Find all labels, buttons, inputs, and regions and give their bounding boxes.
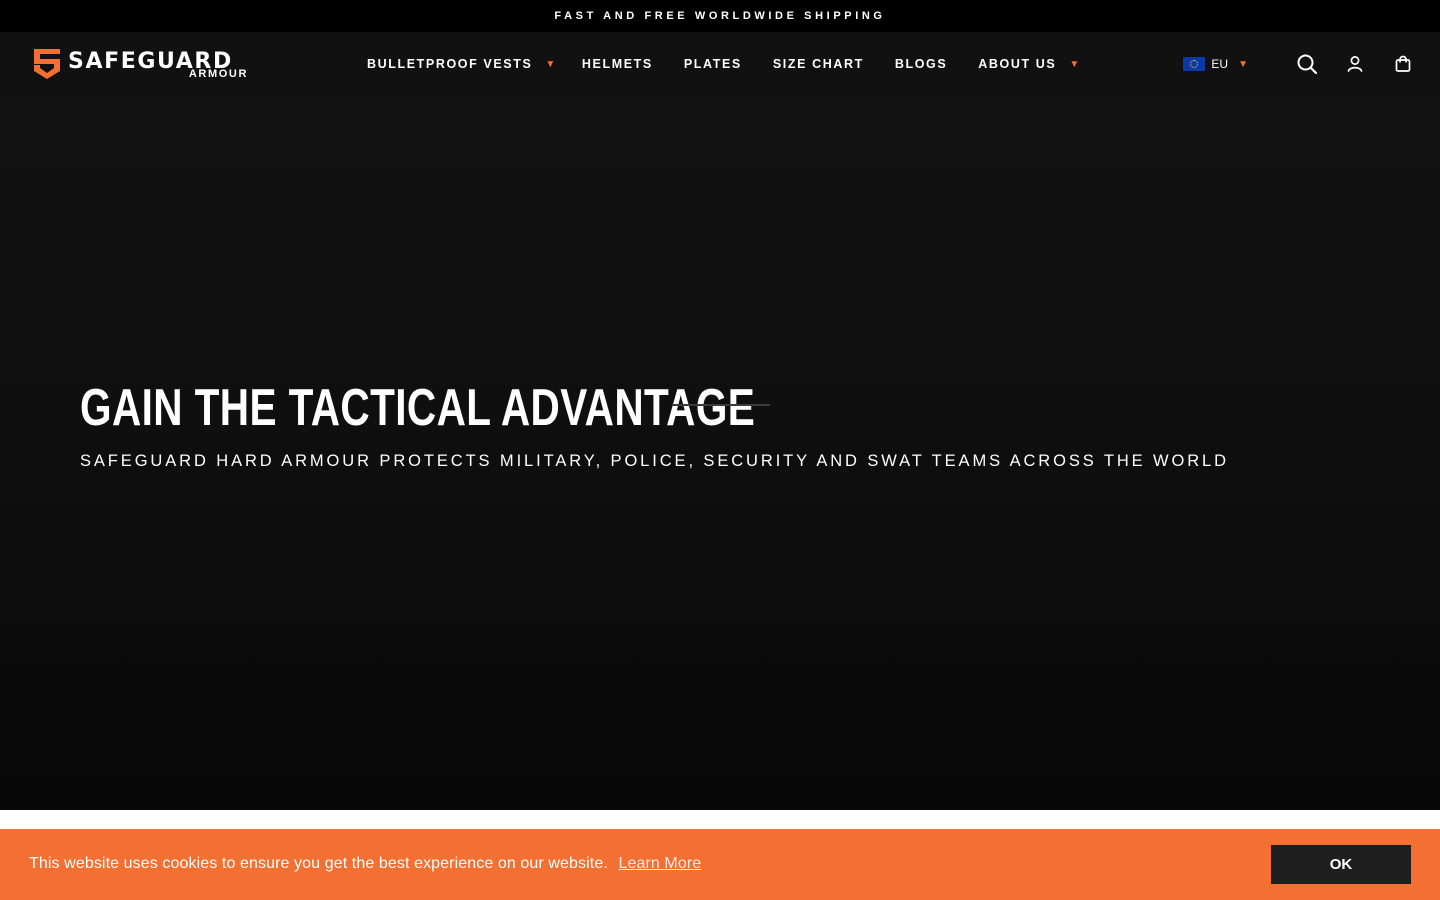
nav-item-helmets[interactable]: HELMETS	[582, 57, 653, 71]
announcement-text: FAST AND FREE WORLDWIDE SHIPPING	[554, 10, 886, 22]
account-icon[interactable]	[1344, 53, 1366, 75]
nav-item-label: BLOGS	[894, 57, 948, 71]
nav-item-bulletproof-vests[interactable]: BULLETPROOF VESTS ▼	[367, 57, 555, 71]
search-icon[interactable]	[1296, 53, 1318, 75]
cookie-message: This website uses cookies to ensure you …	[29, 855, 701, 873]
header-tools: EU ▼	[1183, 32, 1414, 96]
eu-flag-icon	[1183, 57, 1206, 71]
page-gap	[0, 810, 1440, 829]
hero-title: GAIN THE TACTICAL ADVANTAGE	[80, 379, 756, 437]
caret-down-icon: ▼	[545, 58, 557, 70]
site-header: SAFEGUARD ARMOUR BULLETPROOF VESTS ▼ HEL…	[0, 32, 1440, 96]
main-nav: BULLETPROOF VESTS ▼ HELMETS PLATES SIZE …	[367, 32, 1106, 96]
nav-item-size-chart[interactable]: SIZE CHART	[773, 57, 864, 71]
nav-item-label: HELMETS	[581, 57, 653, 71]
hero-banner: GAIN THE TACTICAL ADVANTAGE SAFEGUARD HA…	[0, 96, 1440, 810]
hero-divider	[672, 404, 770, 406]
locale-code: EU	[1211, 57, 1229, 71]
nav-item-label: SIZE CHART	[772, 57, 864, 71]
nav-item-blogs[interactable]: BLOGS	[895, 57, 947, 71]
cookie-learn-more-link[interactable]: Learn More	[618, 855, 701, 872]
cart-icon[interactable]	[1392, 53, 1414, 75]
locale-selector[interactable]: EU ▼	[1183, 57, 1248, 71]
caret-down-icon: ▼	[1238, 58, 1248, 70]
nav-item-plates[interactable]: PLATES	[684, 57, 742, 71]
announcement-bar: FAST AND FREE WORLDWIDE SHIPPING	[0, 0, 1440, 32]
cookie-banner: This website uses cookies to ensure you …	[0, 829, 1440, 900]
brand-sub: ARMOUR	[188, 68, 248, 80]
shield-logo-icon	[34, 49, 60, 79]
caret-down-icon: ▼	[1069, 58, 1081, 70]
cookie-message-text: This website uses cookies to ensure you …	[29, 855, 608, 872]
cookie-ok-button[interactable]: OK	[1271, 845, 1411, 884]
nav-item-label: PLATES	[683, 57, 742, 71]
brand-logo[interactable]: SAFEGUARD ARMOUR	[32, 46, 252, 82]
hero-subtitle: SAFEGUARD HARD ARMOUR PROTECTS MILITARY,…	[80, 452, 1229, 470]
brand-wordmark: SAFEGUARD ARMOUR	[68, 46, 248, 82]
nav-item-about-us[interactable]: ABOUT US ▼	[978, 57, 1079, 71]
nav-item-label: BULLETPROOF VESTS	[367, 57, 533, 71]
nav-item-label: ABOUT US	[978, 57, 1057, 71]
